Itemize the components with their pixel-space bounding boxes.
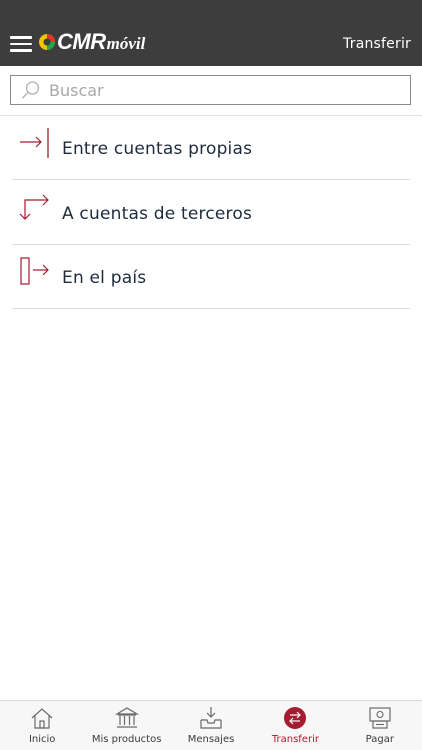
tab-transferir[interactable]: Transferir — [253, 701, 337, 750]
transfer-icon — [284, 707, 307, 729]
option-label: A cuentas de terceros — [62, 204, 253, 224]
tab-label: Mis productos — [91, 734, 162, 745]
logo-subtext: móvil — [106, 33, 146, 53]
tab-mensajes[interactable]: Mensajes — [169, 701, 253, 750]
page-title: Transferir — [343, 36, 411, 52]
search-input[interactable] — [49, 80, 379, 100]
tab-inicio[interactable]: Inicio — [0, 701, 84, 750]
tab-mis-productos[interactable]: Mis productos — [84, 701, 168, 750]
search-icon — [22, 81, 40, 99]
arrow-into-bar-icon — [20, 128, 49, 158]
inbox-icon — [200, 707, 222, 729]
home-icon — [31, 708, 53, 729]
search-box[interactable] — [10, 75, 411, 105]
bank-icon — [114, 707, 139, 728]
hamburger-menu-icon[interactable] — [10, 36, 32, 52]
logo-text: CMR — [57, 29, 106, 54]
option-label: En el país — [62, 268, 147, 288]
app-header: CMR móvil Transferir — [0, 0, 422, 66]
logo-mark-icon — [39, 34, 55, 50]
option-entre-cuentas-propias[interactable]: Entre cuentas propias — [12, 116, 410, 180]
tab-pagar[interactable]: Pagar — [338, 701, 422, 750]
tab-label: Mensajes — [187, 734, 235, 745]
tab-label: Transferir — [271, 734, 319, 745]
option-label: Entre cuentas propias — [62, 139, 253, 159]
app-logo: CMR móvil — [38, 28, 145, 56]
arrow-turn-icon — [19, 194, 49, 220]
option-en-el-pais[interactable]: En el país — [12, 245, 410, 309]
bottom-tab-bar: Inicio Mis productos Mensajes Transferir… — [0, 700, 422, 750]
payment-icon — [369, 707, 391, 729]
option-a-cuentas-de-terceros[interactable]: A cuentas de terceros — [12, 181, 410, 245]
arrow-out-of-box-icon — [20, 257, 49, 285]
tab-label: Pagar — [365, 734, 394, 745]
tab-label: Inicio — [28, 734, 56, 745]
